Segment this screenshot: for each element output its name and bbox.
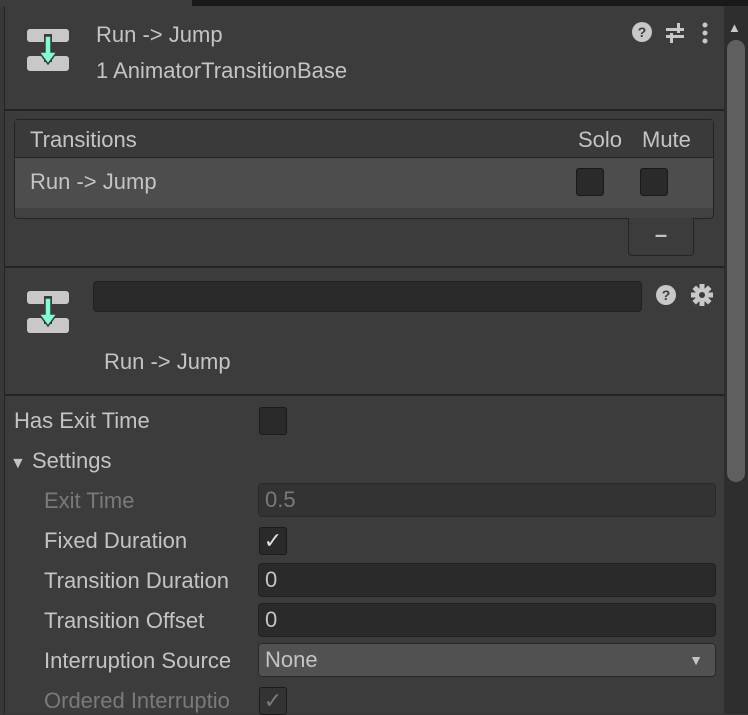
divider [4, 394, 724, 396]
transition-row-label: Run -> Jump [30, 169, 157, 194]
animator-transition-icon [27, 29, 69, 71]
transition-title: Run -> Jump [104, 349, 231, 374]
has-exit-time-checkbox[interactable] [259, 407, 287, 435]
scroll-up-icon[interactable]: ▲ [728, 20, 741, 35]
transition-offset-input[interactable]: 0 [258, 603, 716, 637]
transitions-header: Transitions [30, 127, 137, 152]
header-subtitle: 1 AnimatorTransitionBase [96, 58, 348, 83]
svg-text:?: ? [662, 287, 671, 303]
solo-checkbox[interactable] [576, 168, 604, 196]
interruption-source-dropdown[interactable]: None ▼ [258, 643, 716, 677]
remove-transition-button[interactable]: – [628, 218, 694, 256]
ordered-interruption-checkbox[interactable]: ✓ [259, 687, 287, 715]
transition-duration-label: Transition Duration [44, 568, 230, 593]
exit-time-label: Exit Time [44, 488, 135, 513]
foldout-arrow-icon: ▼ [10, 455, 26, 472]
divider [4, 266, 724, 268]
transition-duration-input[interactable]: 0 [258, 563, 716, 597]
svg-text:?: ? [638, 24, 647, 40]
animator-transition-icon [27, 291, 69, 333]
interruption-source-label: Interruption Source [44, 648, 232, 673]
fixed-duration-label: Fixed Duration [44, 528, 188, 553]
dropdown-arrow-icon: ▼ [689, 652, 703, 668]
transition-name-input[interactable] [93, 281, 642, 312]
mute-checkbox[interactable] [640, 168, 668, 196]
transitions-list: Transitions Solo Mute Run -> Jump [14, 119, 714, 219]
exit-time-input[interactable]: 0.5 [258, 483, 716, 517]
more-options-icon[interactable] [700, 22, 710, 44]
scrollbar-thumb[interactable] [727, 40, 745, 482]
settings-gear-icon[interactable] [691, 284, 713, 306]
interruption-source-value: None [265, 647, 318, 672]
settings-label: Settings [31, 448, 112, 473]
settings-foldout[interactable]: ▼ Settings [10, 448, 111, 474]
solo-header: Solo [578, 127, 623, 152]
header-title: Run -> Jump [96, 22, 223, 47]
help-icon[interactable]: ? [632, 22, 652, 42]
ordered-interruption-label: Ordered Interruptio [44, 688, 230, 713]
transition-row[interactable]: Run -> Jump [15, 158, 713, 208]
fixed-duration-checkbox[interactable]: ✓ [259, 527, 287, 555]
divider [4, 109, 724, 111]
mute-header: Mute [642, 127, 691, 152]
help-icon[interactable]: ? [656, 285, 676, 305]
has-exit-time-label: Has Exit Time [14, 408, 150, 433]
transition-offset-label: Transition Offset [44, 608, 205, 633]
presets-icon[interactable] [664, 22, 686, 44]
transitions-list-header: Transitions Solo Mute [15, 120, 713, 158]
